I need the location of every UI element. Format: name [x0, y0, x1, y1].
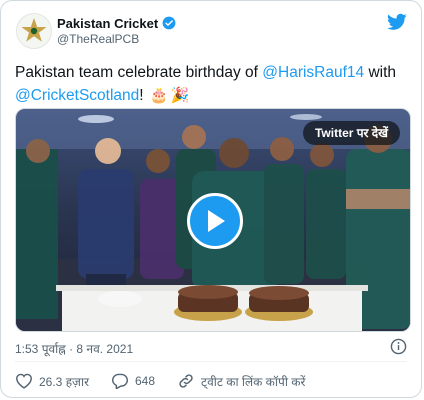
reply-count: 648: [134, 374, 156, 388]
tweet-text-part: with: [364, 64, 397, 81]
star-crest-logo-icon: [21, 18, 47, 42]
copy-link-button[interactable]: ट्वीट का लिंक कॉपी करें: [177, 372, 305, 390]
reply-bubble-icon: [111, 373, 128, 389]
copy-link-label: ट्वीट का लिंक कॉपी करें: [201, 374, 306, 389]
tweet-timestamp[interactable]: 1:53 पूर्वाह्न · 8 नव. 2021: [15, 340, 133, 357]
like-count: 26.3 हज़ार: [39, 374, 89, 389]
tweet-text-part: Pakistan team celebrate birthday of: [15, 64, 263, 81]
twitter-bird-icon[interactable]: [387, 13, 407, 31]
account-handle[interactable]: @TheRealPCB: [57, 32, 139, 46]
tweet-embed-card: Pakistan Cricket @TheRealPCB Pakistan te…: [0, 0, 422, 398]
play-icon: [208, 210, 225, 232]
reply-button[interactable]: 648: [111, 373, 155, 389]
tweet-text: Pakistan team celebrate birthday of @Har…: [15, 61, 415, 107]
tweet-text-part: !: [139, 87, 144, 104]
link-icon: [179, 374, 193, 388]
party-popper-emoji: 🎉: [170, 87, 190, 104]
verified-badge-icon: [162, 16, 176, 30]
mention-link-cricketscotland[interactable]: @CricketScotland: [15, 87, 139, 104]
account-name-row[interactable]: Pakistan Cricket: [57, 14, 176, 32]
display-name[interactable]: Pakistan Cricket: [57, 16, 158, 31]
tweet-actions: 26.3 हज़ार 648 ट्वीट का लिंक कॉपी करें: [15, 371, 327, 391]
info-icon[interactable]: [390, 338, 407, 355]
like-button[interactable]: 26.3 हज़ार: [15, 373, 89, 390]
divider: [15, 361, 407, 362]
heart-icon: [15, 373, 33, 389]
account-avatar[interactable]: [16, 13, 52, 49]
cake-emoji: 🎂: [149, 87, 169, 104]
video-player[interactable]: Twitter पर देखें: [15, 108, 411, 332]
play-button[interactable]: [187, 193, 243, 249]
watch-on-twitter-button[interactable]: Twitter पर देखें: [302, 121, 400, 145]
mention-link-harisrauf[interactable]: @HarisRauf14: [262, 64, 364, 81]
